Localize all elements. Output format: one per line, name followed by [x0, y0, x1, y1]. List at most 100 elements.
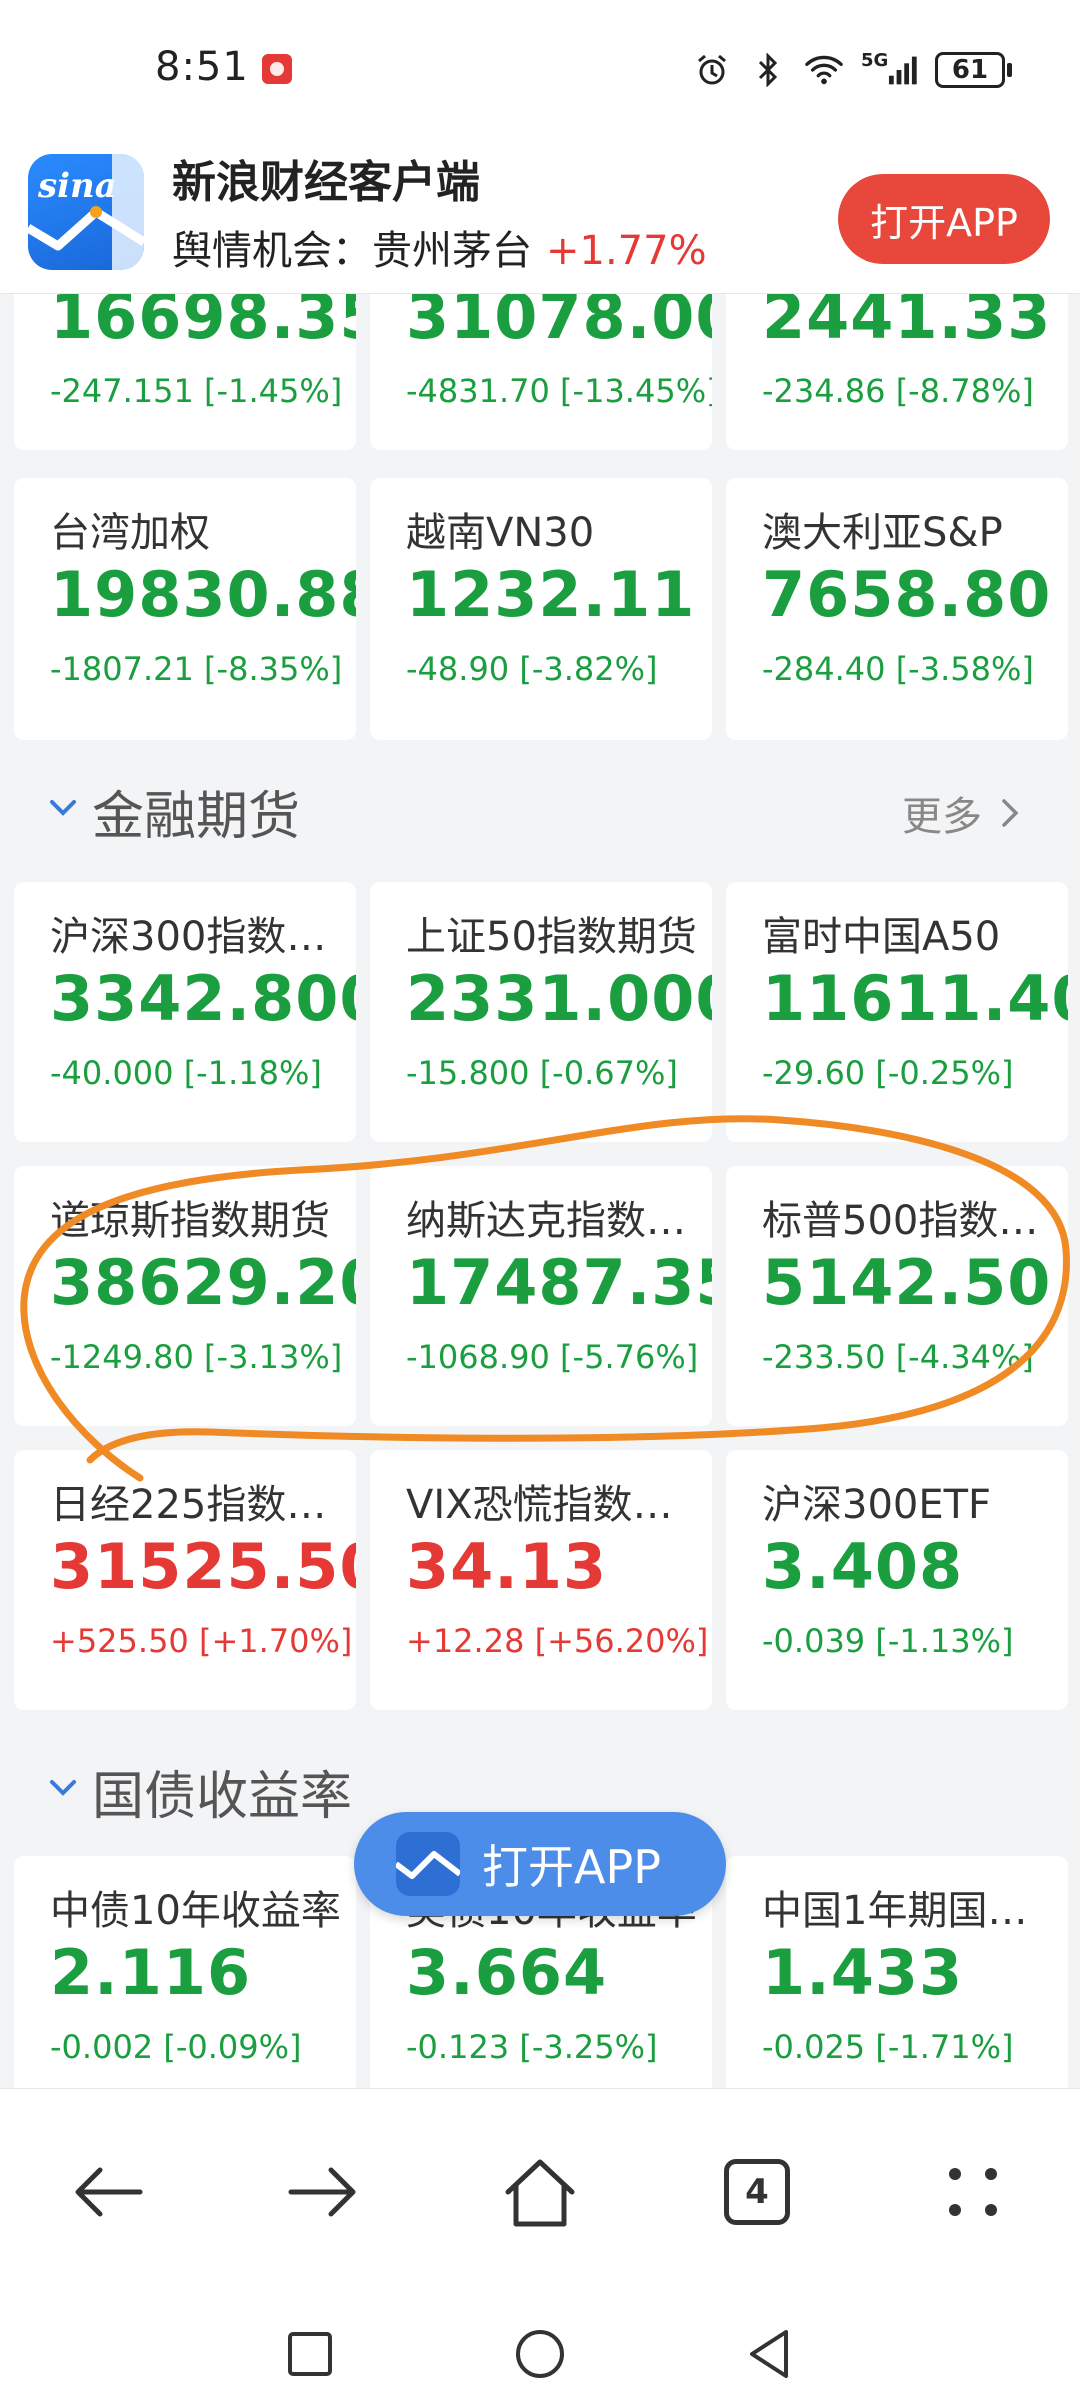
quote-name: 标普500指数期货 — [762, 1198, 1062, 1244]
home-icon — [505, 2159, 575, 2227]
quote-name: 日经225指数期货 — [50, 1482, 350, 1528]
battery-indicator: 61 — [935, 52, 1012, 88]
quote-card[interactable]: 中债10年收益率 2.116 -0.002 [-0.09%] — [14, 1856, 356, 2088]
chevron-right-icon — [1002, 799, 1019, 827]
subtitle-change: +1.77% — [546, 228, 707, 274]
quote-change: -0.025 [-1.71%] — [762, 2028, 1014, 2066]
arrow-right-icon — [288, 2167, 356, 2217]
circle-icon — [516, 2330, 564, 2378]
quote-card[interactable]: 台湾加权 19830.88 -1807.21 [-8.35%] — [14, 478, 356, 740]
recent-apps-button[interactable] — [270, 2314, 350, 2394]
quote-price: 1232.11 — [406, 558, 696, 631]
home-button[interactable] — [485, 2137, 595, 2247]
quote-name: 台湾加权 — [50, 510, 210, 556]
floating-open-app-button[interactable]: 打开APP — [354, 1812, 726, 1916]
quote-card[interactable]: 澳大利亚S&P 7658.80 -284.40 [-3.58%] — [726, 478, 1068, 740]
quote-card[interactable]: VIX恐慌指数期货 34.13 +12.28 [+56.20%] — [370, 1450, 712, 1710]
quote-name: 富时中国A50 — [762, 914, 1001, 960]
quote-change: -0.002 [-0.09%] — [50, 2028, 302, 2066]
futures-section-header[interactable]: 金融期货 更多 — [0, 734, 1080, 874]
quote-change: -29.60 [-0.25%] — [762, 1054, 1014, 1092]
quote-price: 34.13 — [406, 1530, 608, 1603]
quote-card[interactable]: 道琼斯指数期货 38629.20 -1249.80 [-3.13%] — [14, 1166, 356, 1426]
quote-change: -15.800 [-0.67%] — [406, 1054, 678, 1092]
quote-price: 5142.50 — [762, 1246, 1052, 1319]
square-icon — [288, 2332, 332, 2376]
quote-price: 7658.80 — [762, 558, 1052, 631]
battery-level: 61 — [935, 52, 1005, 88]
system-home-button[interactable] — [500, 2314, 580, 2394]
quote-name: 越南VN30 — [406, 510, 595, 556]
quote-change: -1249.80 [-3.13%] — [50, 1338, 343, 1376]
chevron-down-icon — [50, 1780, 76, 1796]
sina-finance-logo: sina — [28, 154, 144, 270]
status-bar: 8:51 5G 61 — [0, 0, 1080, 126]
battery-nub — [1007, 63, 1012, 77]
quote-price: 3.408 — [762, 1530, 964, 1603]
quote-card[interactable]: 31078.00 -4831.70 [-13.45%] — [370, 294, 712, 450]
quote-card[interactable]: 16698.359 -247.151 [-1.45%] — [14, 294, 356, 450]
quote-name: 道琼斯指数期货 — [50, 1198, 330, 1244]
quote-name: 沪深300ETF — [762, 1482, 992, 1528]
tab-count: 4 — [745, 2172, 769, 2212]
app-subtitle: 舆情机会：贵州茅台 +1.77% — [172, 218, 707, 276]
forward-button[interactable] — [268, 2137, 378, 2247]
quote-card[interactable]: 标普500指数期货 5142.50 -233.50 [-4.34%] — [726, 1166, 1068, 1426]
quote-price: 16698.359 — [50, 294, 356, 353]
browser-toolbar: 4 — [0, 2088, 1080, 2400]
quote-change: -0.123 [-3.25%] — [406, 2028, 658, 2066]
quote-card[interactable]: 越南VN30 1232.11 -48.90 [-3.82%] — [370, 478, 712, 740]
quote-change: -247.151 [-1.45%] — [50, 372, 343, 410]
quote-change: +525.50 [+1.70%] — [50, 1622, 353, 1660]
floating-button-label: 打开APP — [482, 1840, 661, 1894]
quote-name: VIX恐慌指数期货 — [406, 1482, 706, 1528]
quote-change: -1068.90 [-5.76%] — [406, 1338, 699, 1376]
app-download-banner[interactable]: sina 新浪财经客户端 舆情机会：贵州茅台 +1.77% 打开APP — [0, 126, 1080, 294]
triangle-back-icon — [750, 2330, 788, 2378]
section-title: 国债收益率 — [92, 1767, 353, 1827]
quote-card[interactable]: 日经225指数期货 31525.50 +525.50 [+1.70%] — [14, 1450, 356, 1710]
more-link[interactable]: 更多 — [902, 784, 1020, 842]
wifi-icon — [805, 51, 843, 89]
quote-change: -4831.70 [-13.45%] — [406, 372, 712, 410]
quote-name: 上证50指数期货 — [406, 914, 697, 960]
cellular-signal-icon: 5G — [861, 50, 917, 89]
app-title: 新浪财经客户端 — [172, 157, 480, 208]
quote-card[interactable]: 富时中国A50 11611.40 -29.60 [-0.25%] — [726, 882, 1068, 1142]
menu-button[interactable] — [918, 2137, 1028, 2247]
quote-card[interactable]: 中国1年期国债收益率 1.433 -0.025 [-1.71%] — [726, 1856, 1068, 2088]
section-title: 金融期货 — [92, 787, 301, 847]
back-button[interactable] — [53, 2137, 163, 2247]
quote-price: 31078.00 — [406, 294, 712, 353]
quote-price: 3.664 — [406, 1936, 608, 2009]
more-label: 更多 — [902, 794, 982, 840]
chevron-down-icon — [50, 800, 76, 816]
quote-price: 11611.40 — [762, 962, 1068, 1035]
quote-change: -1807.21 [-8.35%] — [50, 650, 343, 688]
quote-price: 19830.88 — [50, 558, 356, 631]
quote-price: 38629.20 — [50, 1246, 356, 1319]
bluetooth-icon — [749, 51, 787, 89]
status-icons: 5G 61 — [693, 50, 1012, 90]
quote-change: -40.000 [-1.18%] — [50, 1054, 322, 1092]
quote-name: 纳斯达克指数期货 — [406, 1198, 706, 1244]
open-app-button[interactable]: 打开APP — [838, 174, 1050, 264]
quote-change: -0.039 [-1.13%] — [762, 1622, 1014, 1660]
system-back-button[interactable] — [730, 2314, 810, 2394]
arrow-left-icon — [75, 2167, 143, 2217]
quote-name: 中债10年收益率 — [50, 1888, 341, 1934]
quote-card[interactable]: 上证50指数期货 2331.000 -15.800 [-0.67%] — [370, 882, 712, 1142]
tabs-button[interactable]: 4 — [702, 2137, 812, 2247]
quote-price: 2331.000 — [406, 962, 712, 1035]
sina-mini-logo — [396, 1832, 460, 1896]
quote-change: -48.90 [-3.82%] — [406, 650, 658, 688]
quote-name: 中国1年期国债收益率 — [762, 1888, 1062, 1934]
status-time: 8:51 — [155, 44, 249, 90]
quote-card[interactable]: 沪深300ETF 3.408 -0.039 [-1.13%] — [726, 1450, 1068, 1710]
quote-price: 17487.35 — [406, 1246, 712, 1319]
quote-card[interactable]: 2441.33 -234.86 [-8.78%] — [726, 294, 1068, 450]
chart-line-icon — [28, 206, 144, 251]
quote-card[interactable]: 纳斯达克指数期货 17487.35 -1068.90 [-5.76%] — [370, 1166, 712, 1426]
menu-dots-icon — [949, 2168, 997, 2216]
quote-card[interactable]: 沪深300指数期货 3342.800 -40.000 [-1.18%] — [14, 882, 356, 1142]
